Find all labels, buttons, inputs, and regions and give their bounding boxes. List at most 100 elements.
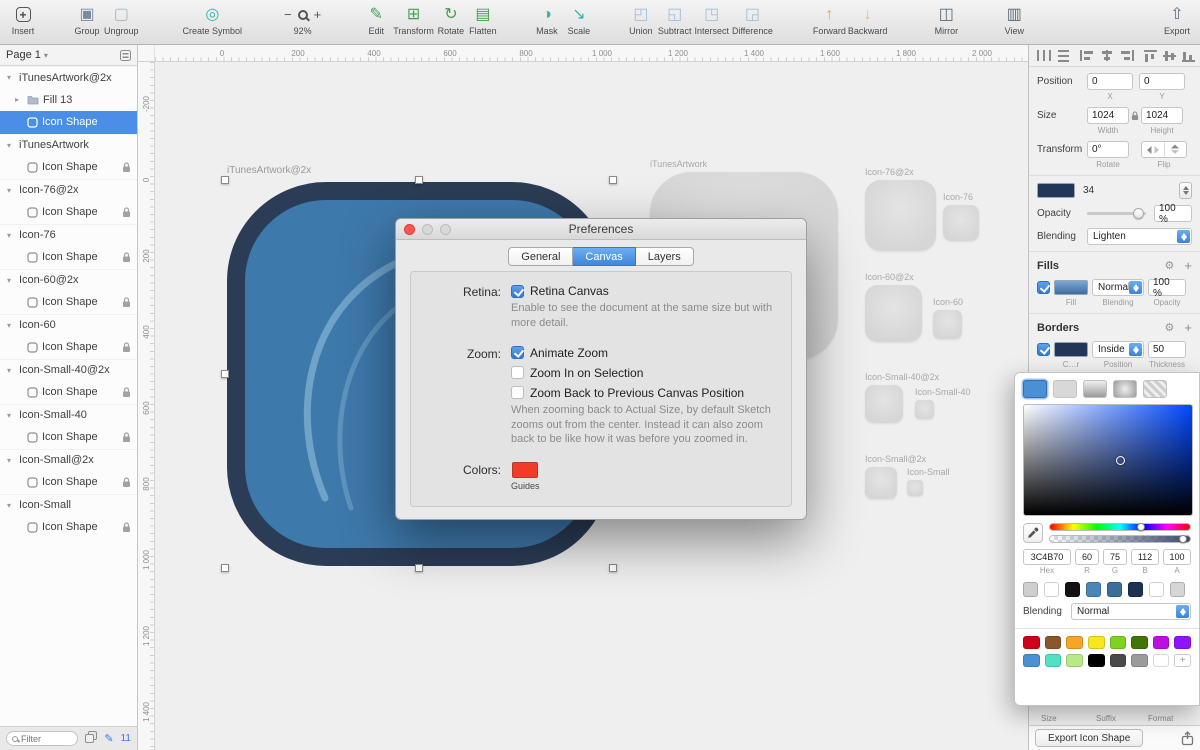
toolbar-item[interactable]: ⊞ Transform — [393, 4, 434, 36]
alpha-field[interactable]: 100 — [1163, 549, 1191, 565]
align-right-icon[interactable] — [1119, 49, 1135, 62]
layer-row[interactable]: ▾ Icon-Small@2x — [0, 449, 137, 472]
artboard[interactable]: Icon-Small — [907, 480, 923, 496]
layer-row[interactable]: ▾ Icon-76@2x — [0, 179, 137, 202]
align-top-icon[interactable] — [1143, 49, 1158, 63]
lock-icon[interactable] — [122, 162, 131, 173]
artboard-title[interactable]: Icon-Small@2x — [865, 454, 926, 464]
page-list-icon[interactable] — [120, 50, 131, 61]
align-left-icon[interactable] — [1079, 49, 1095, 62]
checkbox-animate-zoom[interactable] — [511, 346, 524, 359]
layer-row[interactable]: Icon Shape — [0, 201, 137, 224]
fill-type-radial-gradient-tab[interactable] — [1113, 380, 1137, 398]
recent-color-swatch[interactable] — [1086, 582, 1101, 597]
layer-row[interactable]: Icon Shape — [0, 426, 137, 449]
align-bottom-icon[interactable] — [1181, 49, 1196, 63]
recent-color-swatch[interactable] — [1149, 582, 1164, 597]
blending-dropdown[interactable]: Lighten — [1087, 228, 1192, 245]
lock-icon[interactable] — [122, 477, 131, 488]
lock-icon[interactable] — [122, 342, 131, 353]
toolbar-item[interactable]: ◎ Create Symbol — [183, 4, 243, 36]
alpha-slider[interactable] — [1049, 535, 1191, 543]
dialog-titlebar[interactable]: Preferences — [396, 219, 806, 240]
artboard[interactable]: Icon-Small-40@2x — [865, 385, 903, 423]
preferences-tab[interactable]: General — [508, 247, 573, 266]
toolbar-item[interactable]: ↓ Backward — [848, 4, 888, 36]
disclosure-triangle-icon[interactable]: ▾ — [7, 321, 19, 330]
palette-color-swatch[interactable] — [1153, 636, 1170, 649]
palette-color-swatch[interactable] — [1153, 654, 1170, 667]
artboard-title[interactable]: Icon-76 — [943, 192, 973, 202]
toolbar-item[interactable]: ◳ Intersect — [694, 4, 729, 36]
disclosure-triangle-icon[interactable]: ▾ — [7, 366, 19, 375]
toolbar-item[interactable]: + Insert — [8, 4, 38, 36]
palette-color-swatch[interactable] — [1023, 636, 1040, 649]
add-color-button[interactable]: + — [1174, 654, 1191, 667]
checkbox-zoom-back-previous[interactable] — [511, 386, 524, 399]
toolbar-item[interactable]: ✎ Edit — [361, 4, 391, 36]
recent-color-swatch[interactable] — [1107, 582, 1122, 597]
artboard-title[interactable]: Icon-60@2x — [865, 272, 914, 282]
layer-row[interactable]: ▸ Fill 13 — [0, 89, 137, 112]
toolbar-item[interactable]: − + 92% — [284, 4, 321, 36]
artboard-title[interactable]: Icon-Small — [907, 467, 950, 477]
value-stepper[interactable] — [1179, 182, 1192, 199]
artboard[interactable]: Icon-76@2x — [865, 180, 936, 251]
fill-type-pattern-tab[interactable] — [1143, 380, 1167, 398]
layer-row[interactable]: ▾ iTunesArtwork — [0, 134, 137, 157]
palette-color-swatch[interactable] — [1088, 636, 1105, 649]
layer-row[interactable]: ▾ Icon-60@2x — [0, 269, 137, 292]
style-color-well[interactable] — [1037, 183, 1075, 198]
toolbar-item[interactable]: ◲ Difference — [732, 4, 773, 36]
border-color-well[interactable] — [1054, 342, 1088, 357]
pencil-icon[interactable]: ✎ — [104, 732, 113, 745]
disclosure-triangle-icon[interactable]: ▾ — [7, 231, 19, 240]
gear-icon[interactable]: ⚙ — [1165, 321, 1175, 334]
artboard[interactable]: Icon-60 — [933, 310, 962, 339]
layer-row[interactable]: ▾ Icon-60 — [0, 314, 137, 337]
slider-knob[interactable] — [1133, 208, 1144, 219]
toolbar-item[interactable]: ▥ View — [999, 4, 1029, 36]
layer-row[interactable]: ▾ Icon-Small-40@2x — [0, 359, 137, 382]
disclosure-triangle-icon[interactable]: ▾ — [7, 73, 19, 82]
lock-icon[interactable] — [122, 522, 131, 533]
fill-type-solid-tab[interactable] — [1023, 380, 1047, 398]
fill-opacity-field[interactable]: 100 % — [1148, 279, 1186, 296]
width-field[interactable]: 1024 — [1087, 107, 1129, 124]
filter-field[interactable] — [6, 731, 78, 746]
checkbox-retina-canvas[interactable] — [511, 285, 524, 298]
toolbar-item[interactable]: ⇧ Export — [1162, 4, 1192, 36]
align-middle-icon[interactable] — [1162, 49, 1177, 63]
toolbar-item[interactable]: ▤ Flatten — [468, 4, 498, 36]
vertical-ruler[interactable]: -20002004006008001 0001 2001 400 — [138, 62, 155, 750]
hex-field[interactable]: 3C4B70 — [1023, 549, 1071, 565]
palette-color-swatch[interactable] — [1045, 636, 1062, 649]
distribute-vertically-icon[interactable] — [1056, 49, 1071, 62]
layer-row[interactable]: Icon Shape — [0, 111, 137, 134]
export-icon-shape-button[interactable]: Export Icon Shape — [1035, 729, 1143, 747]
layer-row[interactable]: Icon Shape — [0, 516, 137, 539]
add-border-button[interactable]: + — [1184, 320, 1192, 335]
hue-slider[interactable] — [1049, 523, 1191, 531]
toolbar-item[interactable]: ↘ Scale — [564, 4, 594, 36]
toolbar-item[interactable]: ◑ Mask — [532, 4, 562, 36]
saturation-brightness-field[interactable] — [1023, 404, 1193, 516]
blue-field[interactable]: 112 — [1131, 549, 1159, 565]
close-button[interactable] — [404, 224, 415, 235]
palette-color-swatch[interactable] — [1066, 636, 1083, 649]
palette-color-swatch[interactable] — [1023, 654, 1040, 667]
artboard-title[interactable]: Icon-Small-40@2x — [865, 372, 939, 382]
flip-vertical-button[interactable] — [1165, 142, 1187, 157]
duplicate-pages-icon[interactable] — [85, 730, 97, 748]
layer-row[interactable]: ▾ Icon-Small-40 — [0, 404, 137, 427]
alpha-knob[interactable] — [1179, 535, 1187, 543]
horizontal-ruler[interactable]: 02004006008001 0001 2001 4001 6001 8002 … — [155, 45, 1028, 62]
palette-color-swatch[interactable] — [1131, 636, 1148, 649]
lock-icon[interactable] — [122, 297, 131, 308]
layer-row[interactable]: ▾ iTunesArtwork@2x — [0, 66, 137, 89]
layer-row[interactable]: Icon Shape — [0, 471, 137, 494]
rotate-field[interactable]: 0° — [1087, 141, 1129, 158]
lock-icon[interactable] — [122, 387, 131, 398]
disclosure-triangle-icon[interactable]: ▾ — [7, 501, 19, 510]
disclosure-triangle-icon[interactable]: ▾ — [7, 456, 19, 465]
